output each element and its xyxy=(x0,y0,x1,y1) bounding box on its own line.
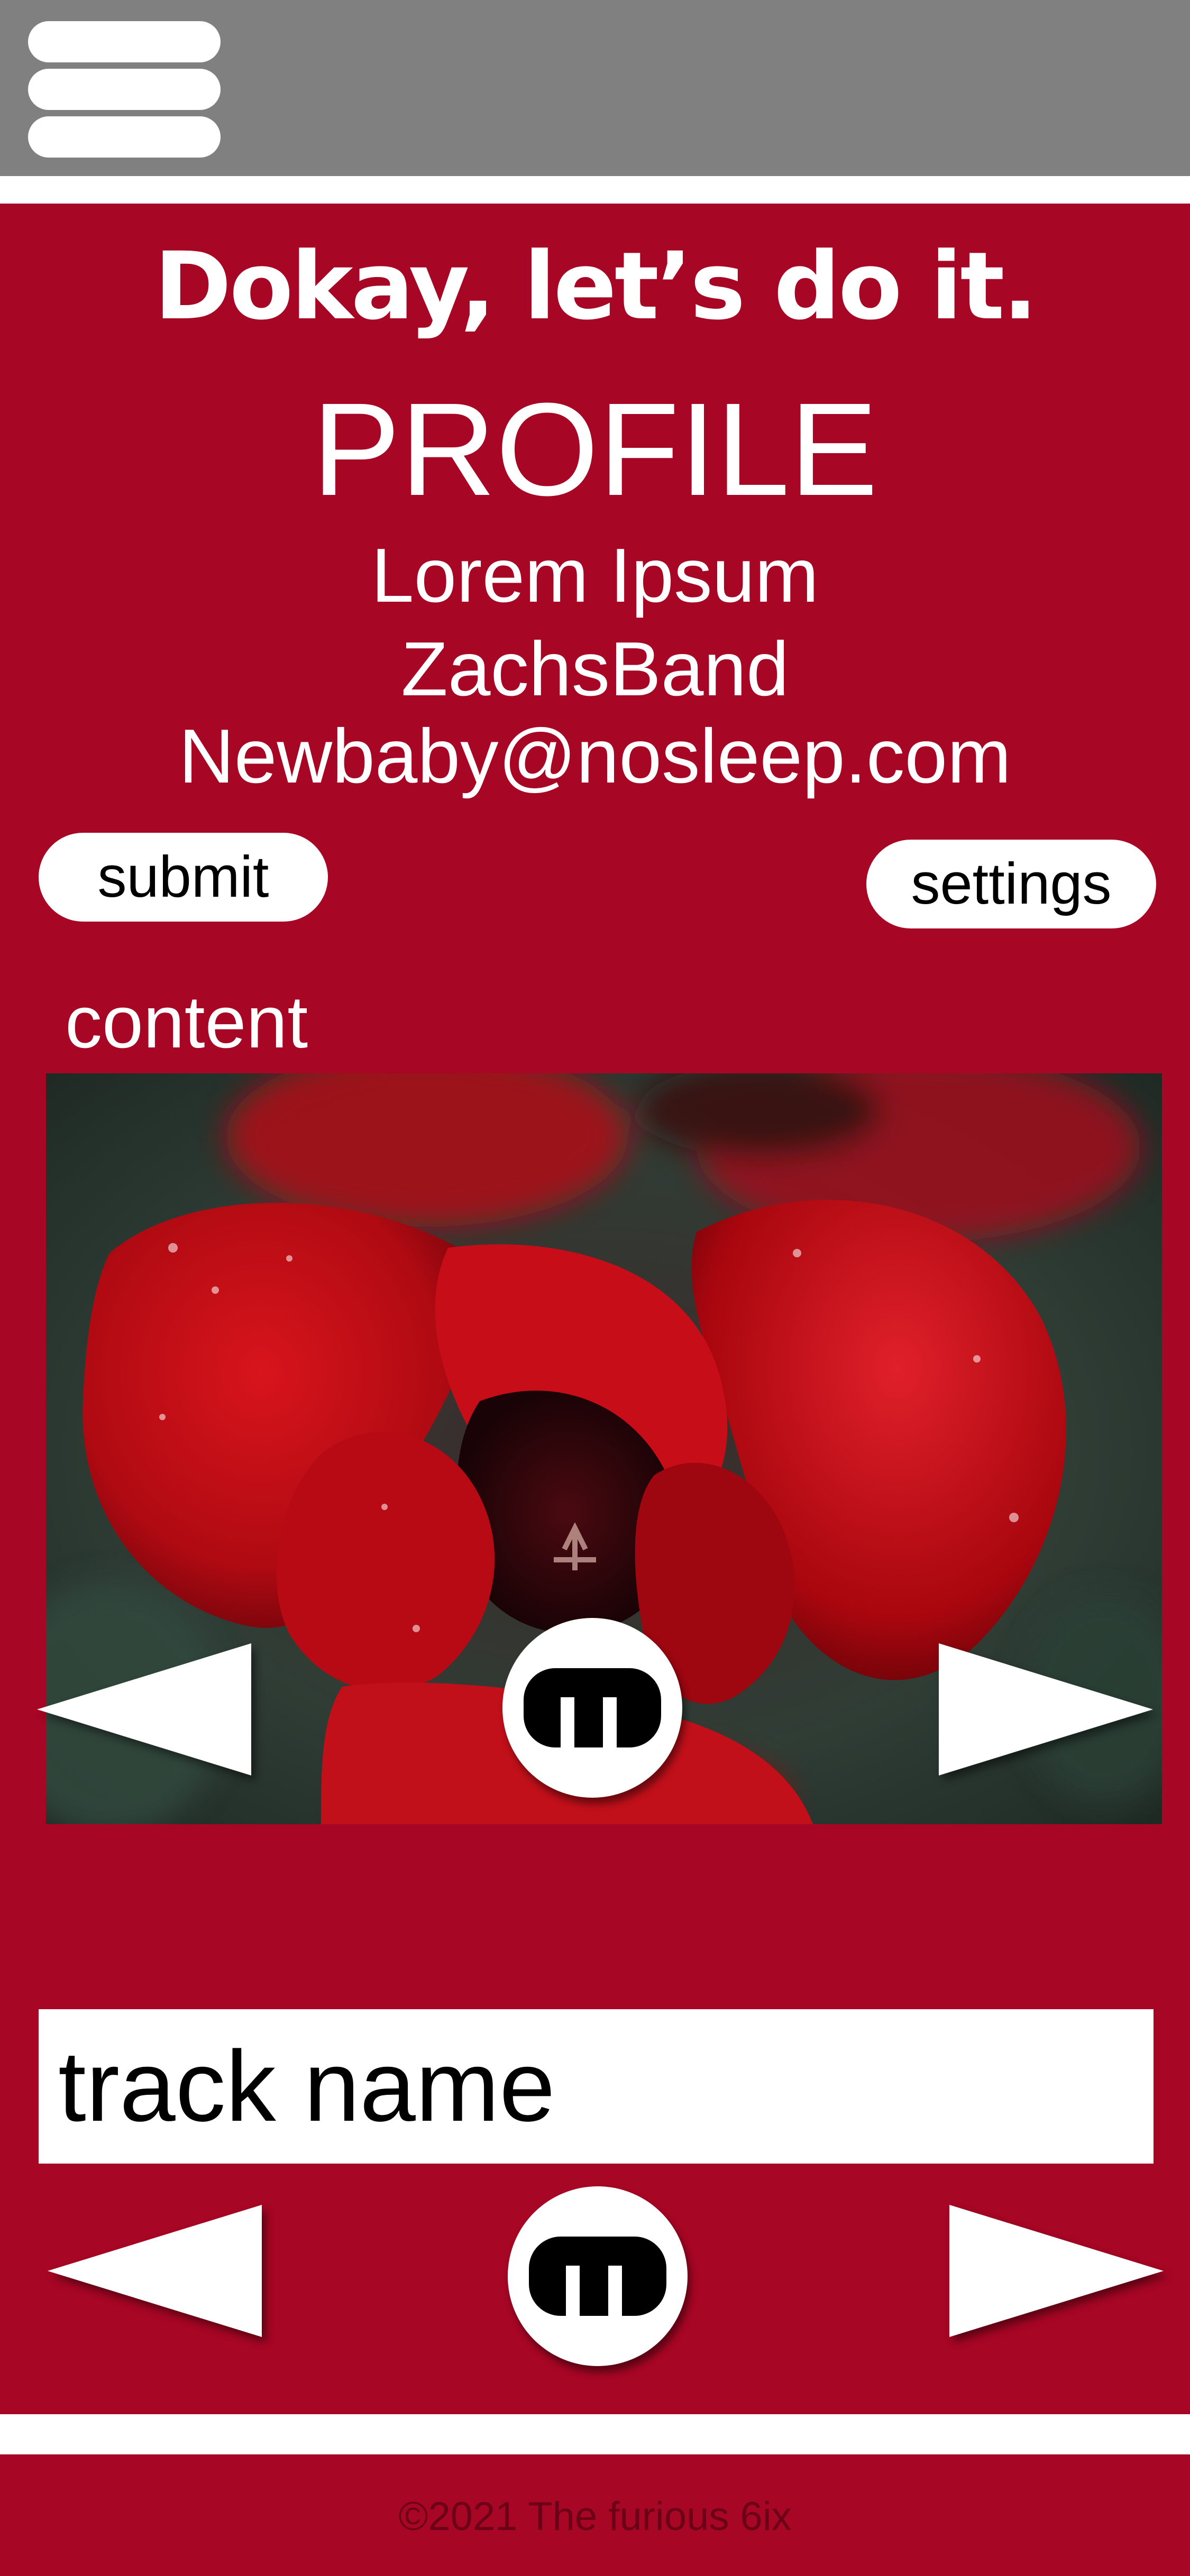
content-m-logo-icon[interactable] xyxy=(502,1618,682,1798)
settings-button[interactable]: settings xyxy=(866,840,1156,928)
track-name-field[interactable]: track name xyxy=(39,2009,1154,2164)
content-prev-arrow-icon[interactable] xyxy=(37,1643,251,1775)
profile-band: ZachsBand xyxy=(401,626,789,712)
slogan-heading: Dokay, let’s do it. xyxy=(154,232,1038,341)
menu-bar-line xyxy=(28,69,221,110)
footer-copyright: ©2021 The furious 6ix xyxy=(398,2494,792,2539)
top-header-bar xyxy=(0,0,1190,176)
profile-name: Lorem Ipsum xyxy=(371,532,819,618)
menu-bar-line xyxy=(28,21,221,62)
player-next-arrow-icon[interactable] xyxy=(949,2205,1164,2337)
hamburger-menu-icon[interactable] xyxy=(28,21,221,158)
submit-button[interactable]: submit xyxy=(39,833,328,922)
player-m-logo-icon[interactable] xyxy=(508,2186,688,2366)
page-title: PROFILE xyxy=(312,375,878,523)
player-prev-arrow-icon[interactable] xyxy=(48,2205,262,2337)
profile-email: Newbaby@nosleep.com xyxy=(179,713,1011,799)
menu-bar-line xyxy=(28,116,221,158)
content-next-arrow-icon[interactable] xyxy=(939,1643,1153,1775)
content-section-label: content xyxy=(65,980,308,1063)
